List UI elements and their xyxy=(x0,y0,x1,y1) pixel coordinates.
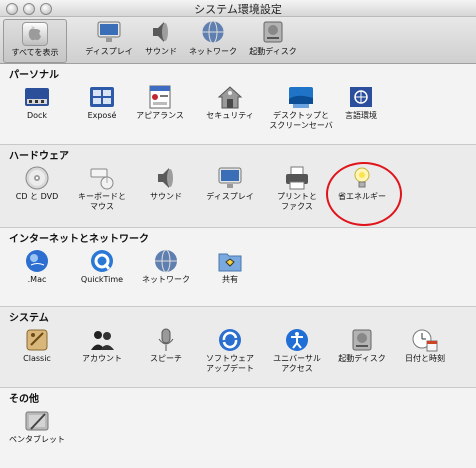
section-title: パーソナル xyxy=(9,70,59,81)
window-title: システム環境設定 xyxy=(194,3,282,16)
hard-disk-icon xyxy=(348,327,376,353)
pane-quicktime[interactable]: QuickTime xyxy=(70,248,134,285)
pane-label: CD と DVD xyxy=(15,192,59,201)
classic-icon xyxy=(23,327,51,353)
pane-network[interactable]: ネットワーク xyxy=(134,248,198,285)
pane-keyboard-mouse[interactable]: キーボードと マウス xyxy=(70,165,134,212)
pane-label: ペンタブレット xyxy=(9,435,65,444)
section-title: システム xyxy=(9,313,49,324)
pane-security[interactable]: セキュリティ xyxy=(198,84,262,121)
quicktime-icon xyxy=(88,248,116,274)
preference-panes: パーソナル Dock Exposé アピアランス セキュリティ デスクトップと … xyxy=(0,64,476,468)
section-title: インターネットとネットワーク xyxy=(9,234,149,245)
pane-sharing[interactable]: 共有 xyxy=(198,248,262,285)
pane-date-time[interactable]: 日付と時刻 xyxy=(393,327,457,364)
pane-dock[interactable]: Dock xyxy=(5,84,69,121)
network-globe-icon xyxy=(152,248,180,274)
toolbar-startup-disk-label: 起動ディスク xyxy=(249,47,297,56)
pane-label: Classic xyxy=(23,354,51,363)
accounts-icon xyxy=(88,327,116,353)
section-title: その他 xyxy=(9,394,39,405)
section-personal: パーソナル Dock Exposé アピアランス セキュリティ デスクトップと … xyxy=(0,64,476,144)
pane-startup-disk[interactable]: 起動ディスク xyxy=(330,327,394,364)
pane-label: ディスプレイ xyxy=(206,192,254,201)
network-globe-icon xyxy=(199,19,227,45)
section-hardware: ハードウェア CD と DVD キーボードと マウス サウンド ディスプレイ プ… xyxy=(0,145,476,227)
pane-label: サウンド xyxy=(150,192,182,201)
pane-classic[interactable]: Classic xyxy=(5,327,69,364)
pane-appearance[interactable]: アピアランス xyxy=(128,84,192,121)
microphone-icon xyxy=(152,327,180,353)
universal-access-icon xyxy=(283,327,311,353)
display-icon xyxy=(95,19,123,45)
sharing-folder-icon xyxy=(216,248,244,274)
pane-display[interactable]: ディスプレイ xyxy=(198,165,262,202)
pane-label: Exposé xyxy=(87,111,117,120)
pane-label: セキュリティ xyxy=(206,111,254,120)
toolbar-startup-disk-button[interactable]: 起動ディスク xyxy=(238,19,308,57)
printer-icon xyxy=(283,165,311,191)
security-house-icon xyxy=(216,84,244,110)
pane-universal-access[interactable]: ユニバーサル アクセス xyxy=(265,327,329,374)
pane-pen-tablet[interactable]: ペンタブレット xyxy=(5,408,69,445)
pane-label: 日付と時刻 xyxy=(405,354,445,363)
display-icon xyxy=(216,165,244,191)
pane-software-update[interactable]: ソフトウェア アップデート xyxy=(198,327,262,374)
dock-icon xyxy=(23,84,51,110)
keyboard-mouse-icon xyxy=(88,165,116,191)
cd-dvd-icon xyxy=(23,165,51,191)
pane-expose[interactable]: Exposé xyxy=(70,84,134,121)
pane-label: Dock xyxy=(26,111,48,120)
show-all-label: すべてを表示 xyxy=(11,48,59,57)
pane-dotmac[interactable]: .Mac xyxy=(5,248,69,285)
pen-tablet-icon xyxy=(23,408,51,434)
software-update-icon xyxy=(216,327,244,353)
pane-label: .Mac xyxy=(27,275,47,284)
pane-label: プリントと ファクス xyxy=(277,192,317,211)
date-time-icon xyxy=(411,327,439,353)
dotmac-globe-icon xyxy=(23,248,51,274)
appearance-icon xyxy=(146,84,174,110)
pane-international[interactable]: 言語環境 xyxy=(329,84,393,121)
show-all-button[interactable]: すべてを表示 xyxy=(3,19,67,63)
section-system: システム Classic アカウント スピーチ ソフトウェア アップデート ユニ… xyxy=(0,307,476,387)
pane-label: ユニバーサル アクセス xyxy=(273,354,321,373)
pane-cd-dvd[interactable]: CD と DVD xyxy=(5,165,69,202)
section-internet-network: インターネットとネットワーク .Mac QuickTime ネットワーク 共有 xyxy=(0,228,476,306)
section-other: その他 ペンタブレット xyxy=(0,388,476,468)
hard-disk-icon xyxy=(259,19,287,45)
pane-label: 起動ディスク xyxy=(338,354,386,363)
international-flag-icon xyxy=(347,84,375,110)
speaker-icon xyxy=(152,165,180,191)
pane-label: 共有 xyxy=(222,275,238,284)
expose-icon xyxy=(88,84,116,110)
pane-label: スピーチ xyxy=(150,354,182,363)
title-bar[interactable]: システム環境設定 xyxy=(0,0,476,17)
pane-label: キーボードと マウス xyxy=(78,192,126,211)
toolbar: すべてを表示 ディスプレイ サウンド ネットワーク 起動ディスク xyxy=(0,17,476,64)
pane-label: アピアランス xyxy=(136,111,184,120)
section-title: ハードウェア xyxy=(9,151,69,162)
pane-label: ネットワーク xyxy=(142,275,190,284)
desktop-icon xyxy=(287,84,315,110)
pane-label: ソフトウェア アップデート xyxy=(206,354,254,373)
pane-print-fax[interactable]: プリントと ファクス xyxy=(265,165,329,212)
pane-label: アカウント xyxy=(82,354,122,363)
pane-accounts[interactable]: アカウント xyxy=(70,327,134,364)
speaker-icon xyxy=(147,19,175,45)
system-preferences-window: システム環境設定 すべてを表示 ディスプレイ サウンド ネットワーク 起動ディス… xyxy=(0,0,476,468)
apple-logo-icon xyxy=(22,22,48,46)
pane-speech[interactable]: スピーチ xyxy=(134,327,198,364)
pane-sound[interactable]: サウンド xyxy=(134,165,198,202)
annotation-circle xyxy=(326,162,402,226)
pane-label: QuickTime xyxy=(80,275,124,284)
pane-label: 言語環境 xyxy=(345,111,377,120)
